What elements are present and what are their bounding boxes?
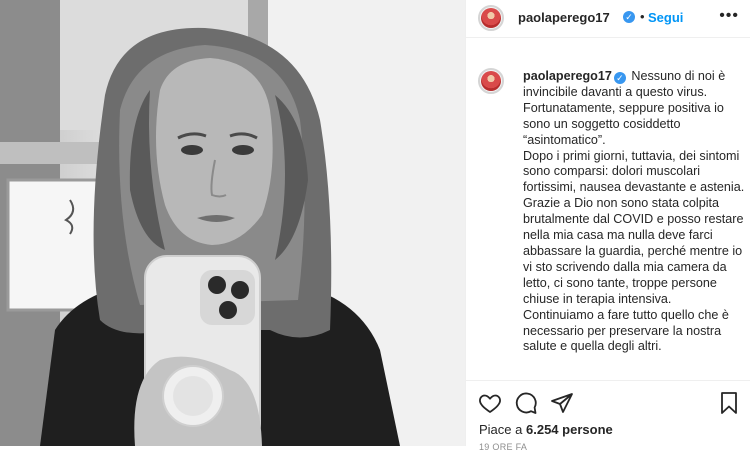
caption-area: paolaperego17 ✓ Nessuno di noi è invincib… [466,38,750,380]
bookmark-icon[interactable] [717,391,741,415]
avatar[interactable] [478,5,504,31]
likes-number: 6.254 [526,422,559,437]
post-photo-illustration [0,0,465,446]
verified-badge-icon: ✓ [613,72,626,84]
follow-button[interactable]: Segui [648,10,683,25]
heart-icon[interactable] [478,391,502,415]
verified-badge-icon: ✓ [623,11,635,23]
caption: paolaperego17 ✓ Nessuno di noi è invincib… [523,69,747,355]
username[interactable]: paolaperego17 [518,10,610,25]
post-photo[interactable] [0,0,465,446]
post-date[interactable]: 19 ORE FA [479,442,527,452]
action-bar: Piace a 6.254 persone 19 ORE FA [466,380,750,452]
likes-suffix: persone [562,422,613,437]
caption-text: Nessuno di noi è invincibile davanti a q… [523,69,745,354]
more-options-icon[interactable]: ••• [719,7,739,25]
caption-avatar[interactable] [478,68,504,94]
comment-icon[interactable] [514,391,538,415]
likes-count[interactable]: Piace a 6.254 persone [479,422,613,437]
separator-dot: • [640,9,645,24]
post-header: paolaperego17 ✓ • Segui ••• [466,0,750,38]
post-sidebar: paolaperego17 ✓ • Segui ••• paolaperego1… [465,0,750,452]
caption-username[interactable]: paolaperego17 [523,69,612,83]
share-icon[interactable] [550,391,574,415]
